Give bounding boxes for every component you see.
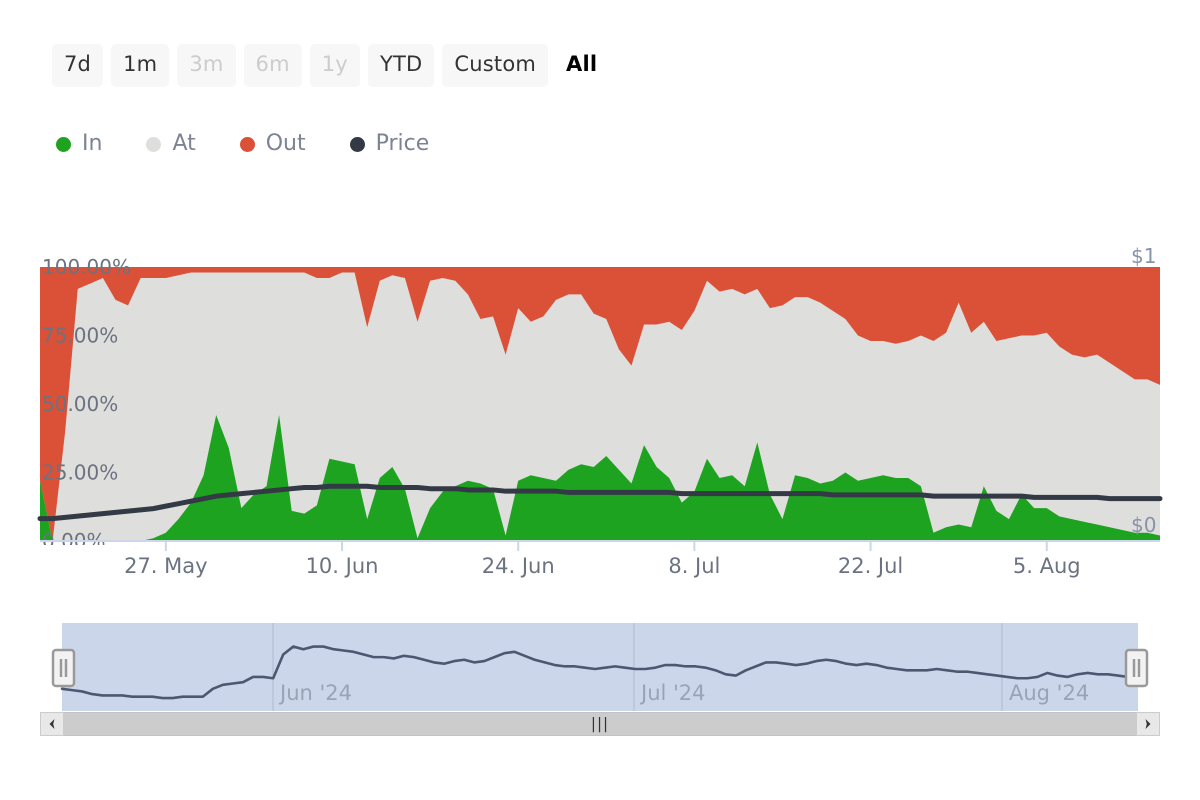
scrollbar-left-arrow[interactable] [40, 712, 64, 736]
scrollbar-grip[interactable]: ||| [591, 716, 609, 732]
y-axis-tick-label: 50.00% [42, 392, 118, 416]
x-axis-tick-label: 5. Aug [1013, 554, 1081, 578]
x-axis-tick-label: 8. Jul [668, 554, 720, 578]
chart-legend: In At Out Price [56, 133, 473, 155]
chart-navigator[interactable]: Jun '24 Jul '24 Aug '24 [40, 622, 1160, 712]
scrollbar-track[interactable]: ||| [64, 712, 1136, 736]
y-axis-tick-label: 25.00% [42, 461, 118, 485]
legend-item-out[interactable]: Out [239, 131, 306, 156]
legend-label: In [82, 131, 103, 156]
legend-label: Price [375, 131, 430, 156]
legend-dot-icon [56, 136, 71, 152]
price-axis-bottom-label: $0 [1131, 513, 1156, 537]
caret-right-icon [1145, 719, 1151, 729]
caret-left-icon [49, 719, 55, 729]
range-button-ytd[interactable]: YTD [367, 44, 435, 87]
navigator-svg[interactable]: Jun '24 Jul '24 Aug '24 [40, 622, 1160, 712]
legend-item-price[interactable]: Price [349, 131, 430, 156]
scrollbar-right-arrow[interactable] [1136, 712, 1160, 736]
navigator-selected-range[interactable] [62, 623, 1138, 711]
navigator-handle-left[interactable] [51, 648, 76, 688]
range-button-all[interactable]: All [556, 44, 607, 87]
range-button-1m[interactable]: 1m [111, 44, 170, 87]
legend-item-at[interactable]: At [146, 131, 196, 156]
chart-page: 7d 1m 3m 6m 1y YTD Custom All In At Out Price 0.00… [0, 0, 1200, 800]
x-axis-tick-label: 27. May [124, 554, 208, 578]
legend-dot-icon [239, 136, 255, 152]
range-button-custom[interactable]: Custom [442, 44, 549, 87]
x-axis-tick-label: 22. Jul [838, 554, 903, 578]
legend-label: At [172, 131, 196, 156]
legend-label: Out [265, 131, 306, 156]
stacked-area-svg: 0.00%25.00%50.00%75.00%100.00% $1$0 [37, 245, 1163, 545]
navigator-handle-right-body[interactable] [1124, 648, 1149, 688]
legend-item-in[interactable]: In [56, 133, 102, 155]
range-button-3m: 3m [177, 44, 236, 87]
range-selector: 7d 1m 3m 6m 1y YTD Custom All [52, 44, 615, 87]
x-axis: 27. May 10. Jun 24. Jun 8. Jul 22. Jul 5. Aug [0, 541, 1200, 591]
x-axis-tick-label: 24. Jun [482, 554, 555, 578]
y-axis-tick-label: 75.00% [42, 324, 118, 348]
range-button-7d[interactable]: 7d [52, 44, 104, 87]
navigator-month-label: Aug '24 [1009, 681, 1089, 705]
legend-dot-icon [349, 136, 365, 152]
x-axis-svg: 27. May 10. Jun 24. Jun 8. Jul 22. Jul 5. Aug [124, 541, 1081, 578]
range-button-6m: 6m [243, 44, 302, 87]
navigator-handle-right[interactable] [1124, 648, 1149, 688]
legend-dot-icon [146, 136, 162, 152]
navigator-month-label: Jun '24 [278, 681, 352, 705]
x-axis-tick-label: 10. Jun [306, 554, 379, 578]
price-axis-top-label: $1 [1131, 245, 1156, 268]
navigator-month-label: Jul '24 [639, 681, 706, 705]
y-axis-tick-label: 100.00% [42, 255, 131, 279]
main-chart-plot: 0.00% 25.00% 50.00% 75.00% 100.00% $1 $0 [0, 245, 1200, 545]
range-button-1y: 1y [309, 44, 360, 87]
chart-scrollbar[interactable]: ||| [40, 712, 1160, 736]
navigator-handle-left-body[interactable] [51, 648, 76, 688]
